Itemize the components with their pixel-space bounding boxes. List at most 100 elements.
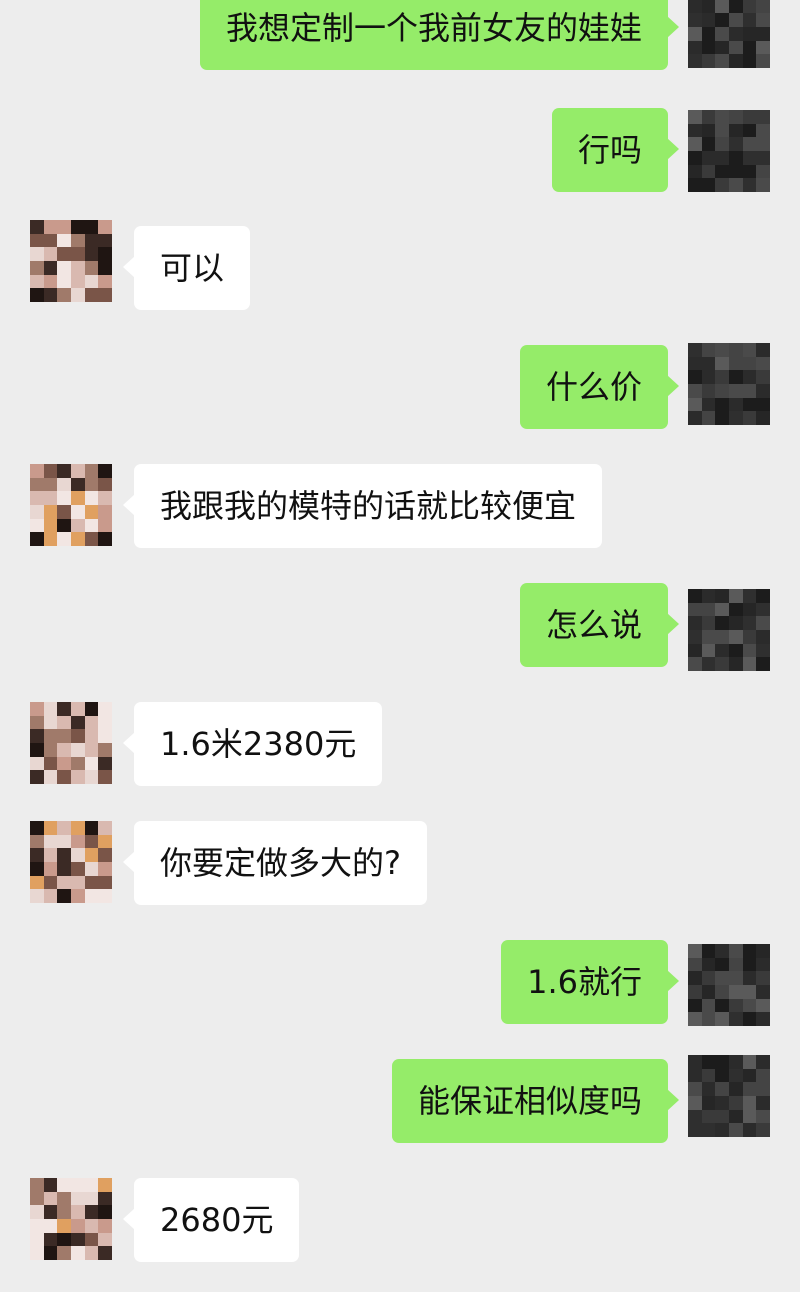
avatar-mosaic-tile xyxy=(729,1082,743,1096)
avatar-mosaic-tile xyxy=(729,657,743,671)
avatar-mosaic-tile xyxy=(742,27,757,41)
message-bubble-sent[interactable]: 1.6就行 xyxy=(501,940,679,1024)
avatar-mosaic-tile xyxy=(688,1012,702,1026)
avatar-mosaic-tile xyxy=(57,1246,71,1260)
avatar-mosaic-tile xyxy=(43,261,58,275)
avatar-mosaic-tile xyxy=(701,397,716,412)
avatar-mosaic-tile xyxy=(57,1178,71,1192)
avatar-mosaic-tile xyxy=(98,743,112,757)
avatar-mosaic-tile xyxy=(43,875,58,890)
contact-avatar[interactable] xyxy=(30,464,112,546)
message-bubble-received[interactable]: 可以 xyxy=(122,226,251,310)
avatar-mosaic-tile xyxy=(701,1096,716,1110)
avatar-mosaic-tile xyxy=(729,164,743,179)
avatar-mosaic-tile xyxy=(30,477,44,492)
avatar-mosaic-tile xyxy=(688,123,702,138)
avatar-mosaic-tile xyxy=(57,1205,71,1219)
avatar-mosaic-tile xyxy=(57,288,71,302)
avatar-mosaic-tile xyxy=(756,1055,770,1069)
avatar-mosaic-tile xyxy=(688,54,702,68)
avatar-mosaic-tile xyxy=(742,54,757,68)
avatar-mosaic-tile xyxy=(701,40,716,55)
avatar-mosaic-tile xyxy=(756,151,770,165)
avatar-mosaic-tile xyxy=(715,971,729,985)
avatar-mosaic-tile xyxy=(30,1191,44,1206)
avatar-mosaic-tile xyxy=(715,657,729,671)
avatar-mosaic-tile xyxy=(57,477,71,492)
avatar-mosaic-tile xyxy=(57,1219,71,1233)
avatar-mosaic-tile xyxy=(71,491,85,505)
avatar-mosaic-tile xyxy=(715,343,729,357)
message-bubble-sent[interactable]: 什么价 xyxy=(519,345,680,429)
avatar-mosaic-tile xyxy=(71,1205,85,1219)
avatar-mosaic-tile xyxy=(742,616,757,630)
avatar-mosaic-tile xyxy=(84,505,99,519)
avatar-mosaic-tile xyxy=(756,27,770,41)
avatar-mosaic-tile xyxy=(43,491,58,505)
avatar-mosaic-tile xyxy=(715,1055,729,1069)
message-bubble-received[interactable]: 你要定做多大的? xyxy=(123,821,427,905)
avatar-mosaic-tile xyxy=(71,518,85,533)
avatar-mosaic-tile xyxy=(756,1096,770,1110)
avatar-mosaic-tile xyxy=(688,985,702,999)
avatar-mosaic-tile xyxy=(43,220,58,234)
my-avatar[interactable] xyxy=(688,0,770,68)
avatar-mosaic-tile xyxy=(98,729,112,743)
avatar-mosaic-tile xyxy=(729,123,743,138)
avatar-mosaic-tile xyxy=(84,875,99,890)
message-row: 行吗 xyxy=(0,108,800,192)
message-bubble-received[interactable]: 1.6米2380元 xyxy=(122,702,383,786)
my-avatar[interactable] xyxy=(688,1055,770,1137)
contact-avatar[interactable] xyxy=(30,220,112,302)
message-bubble-sent[interactable]: 能保证相似度吗 xyxy=(391,1059,680,1143)
avatar-mosaic-tile xyxy=(729,137,743,151)
message-bubble-received[interactable]: 我跟我的模特的话就比较便宜 xyxy=(122,464,603,548)
avatar-mosaic-tile xyxy=(30,1246,44,1260)
avatar-mosaic-tile xyxy=(756,343,770,357)
avatar-mosaic-tile xyxy=(71,532,85,546)
avatar-mosaic-tile xyxy=(701,1109,716,1124)
contact-avatar[interactable] xyxy=(30,1178,112,1260)
avatar-mosaic-tile xyxy=(43,756,58,771)
avatar-mosaic-tile xyxy=(71,702,85,716)
avatar-mosaic-tile xyxy=(729,957,743,972)
avatar-mosaic-tile xyxy=(701,54,716,68)
chat-message-list[interactable]: 我想定制一个我前女友的娃娃 行吗 可以 什么价 我跟我的模特的话就比较便宜 怎么… xyxy=(0,0,800,1292)
avatar-mosaic-tile xyxy=(688,1096,702,1110)
avatar-mosaic-tile xyxy=(729,602,743,617)
avatar-mosaic-tile xyxy=(701,589,716,603)
avatar-mosaic-tile xyxy=(688,971,702,985)
avatar-mosaic-tile xyxy=(729,1109,743,1124)
avatar-mosaic-tile xyxy=(688,27,702,41)
avatar-mosaic-tile xyxy=(742,971,757,985)
avatar-mosaic-tile xyxy=(43,729,58,743)
message-bubble-sent[interactable]: 行吗 xyxy=(551,108,680,192)
avatar-mosaic-tile xyxy=(756,411,770,425)
avatar-mosaic-tile xyxy=(30,834,44,849)
avatar-mosaic-tile xyxy=(742,589,757,603)
avatar-mosaic-tile xyxy=(715,370,729,384)
message-row: 可以 xyxy=(0,220,800,310)
avatar-mosaic-tile xyxy=(729,178,743,192)
avatar-mosaic-tile xyxy=(688,0,702,14)
contact-avatar[interactable] xyxy=(30,821,112,903)
my-avatar[interactable] xyxy=(688,343,770,425)
message-bubble-received[interactable]: 2680元 xyxy=(122,1178,300,1262)
avatar-mosaic-tile xyxy=(715,957,729,972)
avatar-mosaic-tile xyxy=(756,589,770,603)
my-avatar[interactable] xyxy=(688,589,770,671)
avatar-mosaic-tile xyxy=(756,944,770,958)
avatar-mosaic-tile xyxy=(701,1012,716,1026)
message-bubble-sent[interactable]: 怎么说 xyxy=(519,583,680,667)
avatar-mosaic-tile xyxy=(701,110,716,124)
message-bubble-sent[interactable]: 我想定制一个我前女友的娃娃 xyxy=(199,0,680,70)
avatar-mosaic-tile xyxy=(701,343,716,357)
message-row: 你要定做多大的? xyxy=(0,821,800,905)
avatar-mosaic-tile xyxy=(715,1012,729,1026)
contact-avatar[interactable] xyxy=(30,702,112,784)
avatar-mosaic-tile xyxy=(701,998,716,1013)
avatar-mosaic-tile xyxy=(30,756,44,771)
my-avatar[interactable] xyxy=(688,944,770,1026)
my-avatar[interactable] xyxy=(688,110,770,192)
avatar-mosaic-tile xyxy=(98,770,112,784)
